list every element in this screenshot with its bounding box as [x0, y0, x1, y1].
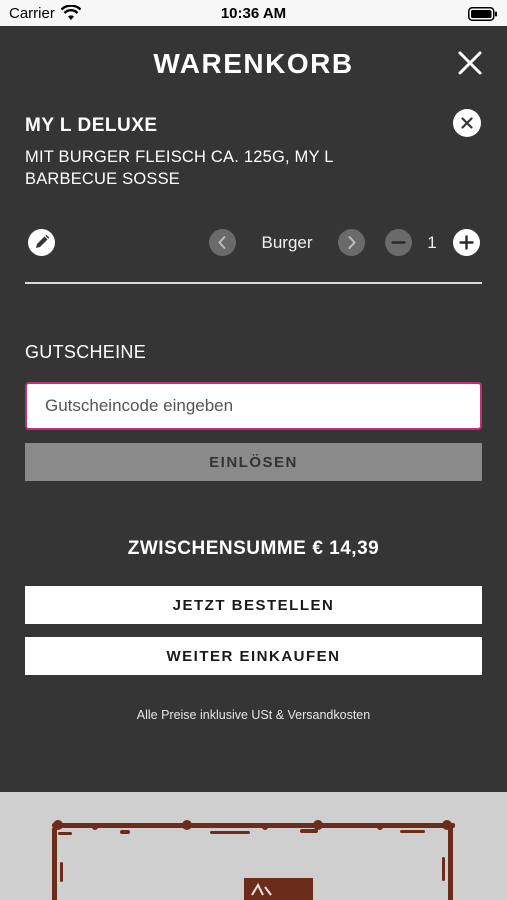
item-name: MY L DELUXE [25, 115, 158, 136]
coupon-heading: GUTSCHEINE [25, 342, 147, 362]
edit-icon[interactable] [28, 229, 55, 256]
item-remove-icon[interactable] [453, 109, 481, 137]
subtotal-label: ZWISCHENSUMME [127, 538, 307, 559]
status-time: 10:36 AM [220, 5, 287, 22]
subtotal-value: € 14,39 [312, 538, 380, 559]
checkout-button[interactable]: JETZT BESTELLEN [25, 586, 482, 624]
variant-label: Burger [261, 233, 313, 252]
plus-icon[interactable] [453, 229, 480, 256]
status-bar: Carrier 10:36 AM [0, 0, 507, 26]
chevron-left-icon[interactable] [209, 229, 236, 256]
price-note: Alle Preise inklusive USt & Versandkoste… [136, 708, 371, 722]
chevron-right-icon[interactable] [338, 229, 365, 256]
continue-shopping-button[interactable]: WEITER EINKAUFEN [25, 637, 482, 675]
brand-background [0, 792, 507, 900]
battery-icon [468, 7, 497, 21]
logo-stamp-frame [52, 820, 455, 900]
minus-icon[interactable] [385, 229, 412, 256]
coupon-input[interactable] [25, 382, 482, 430]
cart-panel: WARENKORB MY L DELUXE MIT BURGER FLEISCH… [0, 26, 507, 792]
redeem-button[interactable]: EINLÖSEN [25, 443, 482, 481]
page-title: WARENKORB [153, 48, 354, 79]
subtotal: ZWISCHENSUMME € 14,39 [0, 538, 507, 560]
item-description: MIT BURGER FLEISCH CA. 125G, MY L BARBEC… [25, 148, 333, 188]
close-icon[interactable] [457, 50, 483, 76]
divider [25, 282, 482, 284]
quantity-value: 1 [427, 233, 437, 252]
